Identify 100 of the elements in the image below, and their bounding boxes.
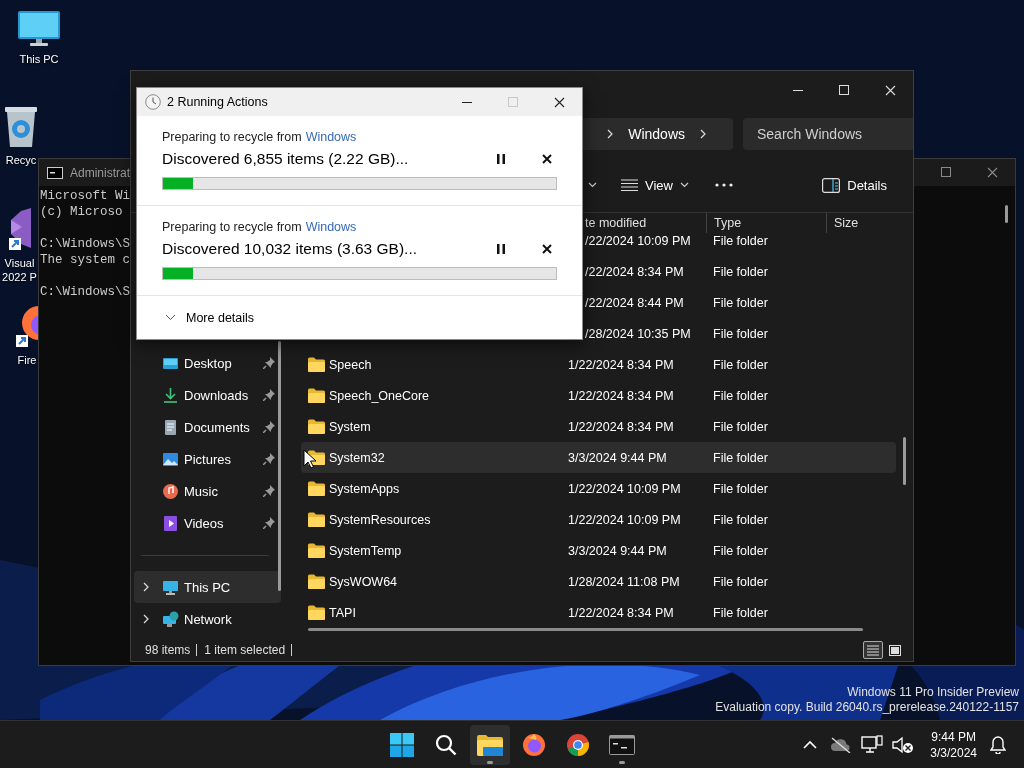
console-text: C:\Windows\S [40,284,130,300]
nav-item[interactable]: Desktop [134,347,281,379]
scrollbar-thumb[interactable] [308,628,863,631]
file-row[interactable]: Speech 1/22/2024 8:34 PM File folder [301,349,896,380]
operation-status: Discovered 10,032 items (3.63 GB)... [162,240,418,258]
console-text: Microsoft Wi [40,188,130,204]
table-cell-text: File folder [712,512,769,527]
table-cell-text: 1/22/2024 8:34 PM [567,419,675,434]
console-icon [609,734,635,755]
chevron-right-icon[interactable] [699,129,707,139]
table-cell-text: 1/22/2024 10:09 PM [567,512,682,527]
running-indicator [619,760,625,764]
folder-icon [308,574,325,589]
chevron-up-icon[interactable] [803,740,818,749]
folder-icon [308,605,325,620]
window-title: Administrat [70,165,131,180]
file-name: Speech [329,357,372,372]
nav-item[interactable]: Downloads [134,379,281,411]
nav-item[interactable]: Network [134,603,281,635]
file-row[interactable]: SystemTemp 3/3/2024 9:44 PM File folder [301,535,896,566]
table-cell-text: 3/3/2024 9:44 PM [567,543,668,558]
recycle-bin-icon[interactable] [3,105,39,149]
folder-icon [308,512,325,527]
breadcrumb-item[interactable]: Windows [628,126,685,142]
details-view-button[interactable] [863,641,883,659]
watermark-text: Evaluation copy. Build 26040.rs_prerelease.240122-1157 [715,700,1019,715]
watermark-text: Windows 11 Pro Insider Preview [847,685,1019,700]
maximize-icon [507,96,519,108]
maximize-icon [838,85,850,96]
file-row[interactable]: SysWOW64 1/28/2024 11:08 PM File folder [301,566,896,597]
browser-icon [566,732,590,757]
nav-item[interactable]: Documents [134,411,281,443]
scrollbar-thumb[interactable] [1005,205,1008,223]
caret-icon [588,182,597,188]
source-link[interactable]: Windows [305,220,357,234]
table-cell-text: File folder [712,450,769,465]
folder-icon [308,543,325,558]
operation-label: Preparing to recycle from Windows [162,129,358,145]
browser-icon [522,732,546,757]
file-name: SystemResources [329,512,431,527]
file-name: TAPI [329,605,356,620]
nav-label: Music [184,483,218,499]
table-cell-text: /22/2024 8:34 PM [584,264,685,279]
pin-icon [263,453,275,465]
pause-icon [497,244,505,254]
folder-icon [308,419,325,434]
clock-icon [145,94,161,110]
tiles-icon [889,644,901,656]
table-cell-text: File folder [712,357,769,372]
view-button[interactable]: View [619,173,691,197]
computer-icon[interactable] [17,10,61,48]
table-cell-text: File folder [712,388,769,403]
file-row[interactable]: SystemApps 1/22/2024 10:09 PM File folder [301,473,896,504]
nav-item[interactable]: This PC [134,571,281,603]
file-row[interactable]: System 1/22/2024 8:34 PM File folder [301,411,896,442]
file-name: Speech_OneCore [329,388,430,403]
nav-item[interactable]: Pictures [134,443,281,475]
file-row[interactable]: System32 3/3/2024 9:44 PM File folder [301,442,896,473]
chevron-right-icon[interactable] [142,614,150,624]
status-text: 1 item selected [204,644,293,656]
more-icon [714,183,733,187]
table-cell-text: 1/22/2024 8:34 PM [567,357,675,372]
volume-muted-icon[interactable] [892,735,915,754]
nav-item[interactable]: Videos [134,507,281,539]
icon-label: Visual 2022 P [1,256,38,284]
column-header[interactable]: Size [826,213,906,233]
windows-logo-icon [390,732,414,757]
mouse-pointer-icon [303,449,317,469]
network-icon[interactable] [861,734,884,755]
table-cell-text: 3/3/2024 9:44 PM [567,450,668,465]
taskbar-app[interactable] [470,724,510,765]
clock[interactable]: 9:44 PM 3/3/2024 [928,728,979,761]
search-field[interactable]: Search Windows [743,118,913,150]
file-row[interactable]: Speech_OneCore 1/22/2024 8:34 PM File folder [301,380,896,411]
file-row[interactable]: SystemResources 1/22/2024 10:09 PM File folder [301,504,896,535]
maximize-icon [940,167,952,178]
scrollbar-thumb[interactable] [903,437,906,485]
details-button[interactable]: Details [820,173,889,197]
source-link[interactable]: Windows [305,130,357,144]
cloud-off-icon[interactable] [830,736,853,753]
more-details-button[interactable]: More details [137,296,261,339]
file-name: System [329,419,371,434]
app-icon[interactable] [8,208,31,252]
console-text: The system c [40,252,130,268]
list-icon [867,644,879,656]
table-cell-text: File folder [712,605,769,620]
nav-item[interactable]: Music [134,475,281,507]
pin-icon [263,389,275,401]
notification-icon[interactable] [990,735,1006,754]
scrollbar-thumb[interactable] [278,341,281,591]
column-header[interactable]: Type [706,213,826,233]
close-icon [884,85,896,96]
file-row[interactable]: TAPI 1/22/2024 8:34 PM File folder [301,597,896,628]
chevron-right-icon[interactable] [142,582,150,592]
console-text: (c) Microso [40,204,123,220]
console-text: C:\Windows\S [40,236,130,252]
nav-label: Desktop [184,355,232,371]
close-icon [553,96,565,108]
nav-label: Documents [184,419,250,435]
operation-label: Preparing to recycle from Windows [162,219,358,235]
